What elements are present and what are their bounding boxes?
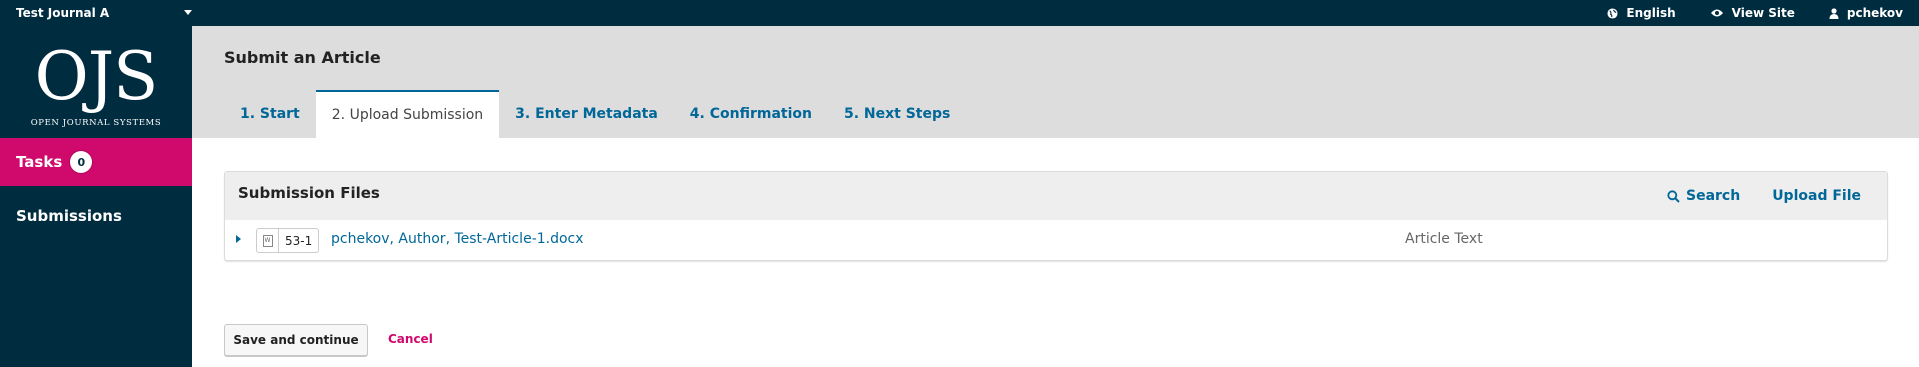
globe-icon xyxy=(1607,7,1618,19)
file-genre: Article Text xyxy=(1405,231,1483,247)
word-document-icon: W xyxy=(257,229,279,252)
search-label: Search xyxy=(1685,188,1741,204)
table-row: W 53-1 pchekov, Author, Test-Article-1.d… xyxy=(225,220,1887,260)
cancel-link[interactable]: Cancel xyxy=(388,332,433,346)
tasks-count-badge: 0 xyxy=(70,151,93,173)
tab-enter-metadata[interactable]: 3. Enter Metadata xyxy=(499,90,674,138)
sidebar-item-submissions[interactable]: Submissions xyxy=(0,196,192,236)
language-link[interactable]: English xyxy=(1607,6,1676,20)
file-id-badge: W 53-1 xyxy=(256,228,320,253)
sidebar: OJS OPEN JOURNAL SYSTEMS Tasks 0 Submiss… xyxy=(0,26,192,367)
save-and-continue-button[interactable]: Save and continue xyxy=(224,324,368,356)
journal-switcher[interactable]: Test Journal A xyxy=(16,0,192,26)
panel-header: Submission Files Search Upload File xyxy=(225,172,1887,220)
submissions-label: Submissions xyxy=(16,207,122,225)
panel-title: Submission Files xyxy=(238,184,380,202)
sidebar-item-tasks[interactable]: Tasks 0 xyxy=(0,138,192,186)
search-icon xyxy=(1667,189,1680,203)
upload-file-button[interactable]: Upload File xyxy=(1772,188,1861,204)
page-title: Submit an Article xyxy=(224,48,381,67)
ojs-logo[interactable]: OJS OPEN JOURNAL SYSTEMS xyxy=(0,38,192,148)
tab-upload-submission[interactable]: 2. Upload Submission xyxy=(315,90,500,138)
journal-name: Test Journal A xyxy=(16,6,110,20)
username: pchekov xyxy=(1846,6,1903,20)
expand-row-icon[interactable] xyxy=(236,235,241,243)
caret-down-icon xyxy=(184,10,192,15)
eye-icon xyxy=(1710,9,1723,17)
logo-mark: OJS xyxy=(34,38,159,115)
tab-start[interactable]: 1. Start xyxy=(224,90,316,138)
top-bar: Test Journal A English View Site pchekov xyxy=(0,0,1919,26)
tab-next-steps[interactable]: 5. Next Steps xyxy=(828,90,966,138)
view-site-label: View Site xyxy=(1731,6,1795,20)
view-site-link[interactable]: View Site xyxy=(1710,6,1795,20)
tab-confirmation[interactable]: 4. Confirmation xyxy=(674,90,828,138)
tasks-label: Tasks xyxy=(16,153,63,171)
upload-file-label: Upload File xyxy=(1772,188,1861,204)
file-name-link[interactable]: pchekov, Author, Test-Article-1.docx xyxy=(331,231,584,247)
logo-subtitle: OPEN JOURNAL SYSTEMS xyxy=(30,118,162,128)
user-menu[interactable]: pchekov xyxy=(1829,6,1903,20)
file-id: 53-1 xyxy=(285,233,313,248)
language-label: English xyxy=(1626,6,1676,20)
submission-files-panel: Submission Files Search Upload File W 53… xyxy=(224,171,1888,261)
user-icon xyxy=(1829,7,1839,19)
wizard-tabs: 1. Start 2. Upload Submission 3. Enter M… xyxy=(224,90,966,138)
search-button[interactable]: Search xyxy=(1667,188,1740,204)
page-header: Submit an Article 1. Start 2. Upload Sub… xyxy=(192,26,1919,138)
